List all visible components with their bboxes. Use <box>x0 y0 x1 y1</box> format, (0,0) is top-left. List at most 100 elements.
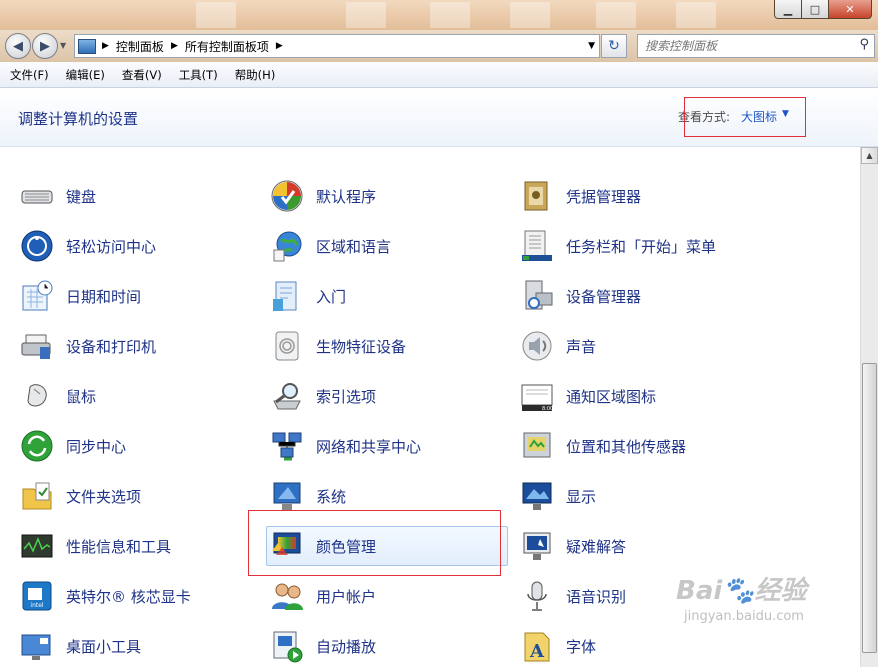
recent-pages-dropdown[interactable]: ▼ <box>60 41 66 50</box>
menu-edit[interactable]: 编辑(E) <box>56 67 112 83</box>
control-panel-item-location-sensors[interactable]: 位置和其他传感器 <box>516 426 756 466</box>
control-panel-item-mouse[interactable]: 鼠标 <box>16 376 248 416</box>
item-label: 默认程序 <box>316 187 377 206</box>
control-panel-item-system[interactable]: 系统 <box>266 476 508 516</box>
control-panel-item-fonts[interactable]: A 字体 <box>516 626 756 666</box>
svg-text:A: A <box>529 641 545 662</box>
search-box[interactable]: ⚲ <box>637 34 875 58</box>
refresh-button[interactable]: ↻ <box>601 34 627 58</box>
control-panel-item-autoplay[interactable]: 自动播放 <box>266 626 508 666</box>
item-label: 凭据管理器 <box>566 187 642 206</box>
search-icon[interactable]: ⚲ <box>859 37 869 52</box>
control-panel-item-biometric[interactable]: 生物特征设备 <box>266 326 508 366</box>
backup-icon <box>270 147 304 163</box>
control-panel-item-partial[interactable] <box>266 147 508 166</box>
vertical-scrollbar[interactable]: ▲ <box>860 147 878 667</box>
control-panel-item-device-manager[interactable]: 设备管理器 <box>516 276 756 316</box>
default-programs-icon <box>270 179 304 213</box>
item-label: 文件夹选项 <box>66 487 142 506</box>
refresh-icon: ↻ <box>608 38 620 54</box>
control-panel-item-display[interactable]: 显示 <box>516 476 756 516</box>
device-manager-icon <box>520 279 554 313</box>
control-panel-item-sound[interactable]: 声音 <box>516 326 756 366</box>
minimize-button[interactable]: ▁ <box>774 0 802 19</box>
item-label: 语音识别 <box>566 587 627 606</box>
item-label: 同步中心 <box>66 437 127 456</box>
item-label: 位置和其他传感器 <box>566 437 687 456</box>
forward-button[interactable]: ▶ <box>32 33 58 59</box>
close-button[interactable]: ✕ <box>829 0 872 19</box>
background-window-ghost <box>596 2 636 28</box>
control-panel-item-devices-printers[interactable]: 设备和打印机 <box>16 326 248 366</box>
breadcrumb-all-items[interactable]: 所有控制面板项 <box>185 38 269 55</box>
item-label: 颜色管理 <box>316 537 377 556</box>
scroll-up-button[interactable]: ▲ <box>861 147 878 164</box>
breadcrumb-separator[interactable]: ▶ <box>171 41 178 51</box>
control-panel-item-partial[interactable] <box>516 147 756 166</box>
item-label: 自动播放 <box>316 637 377 656</box>
control-panel-item-credential-manager[interactable]: 凭据管理器 <box>516 176 756 216</box>
control-panel-item-taskbar[interactable]: 任务栏和「开始」菜单 <box>516 226 756 266</box>
control-panel-item-speech-recognition[interactable]: 语音识别 <box>516 576 756 616</box>
mouse-icon <box>20 379 54 413</box>
devices-printers-icon <box>20 329 54 363</box>
item-label: 键盘 <box>66 187 97 206</box>
breadcrumb-control-panel[interactable]: 控制面板 <box>116 38 164 55</box>
control-panel-item-getting-started[interactable]: 入门 <box>266 276 508 316</box>
view-by-dropdown[interactable]: 大图标 <box>741 108 777 125</box>
menu-bar: 文件(F) 编辑(E) 查看(V) 工具(T) 帮助(H) <box>0 62 878 88</box>
control-panel-item-keyboard[interactable]: 键盘 <box>16 176 248 216</box>
control-panel-item-default-programs[interactable]: 默认程序 <box>266 176 508 216</box>
control-panel-item-date-time[interactable]: 日期和时间 <box>16 276 248 316</box>
forward-arrow-icon: ▶ <box>40 38 50 54</box>
breadcrumb-separator[interactable]: ▶ <box>276 41 283 51</box>
control-panel-item-user-accounts[interactable]: 用户帐户 <box>266 576 508 616</box>
item-label: 设备和打印机 <box>66 337 157 356</box>
control-panel-item-gadgets[interactable]: 桌面小工具 <box>16 626 248 666</box>
location-sensors-icon <box>520 429 554 463</box>
admin-tools-icon <box>20 147 54 163</box>
credential-manager-icon <box>520 179 554 213</box>
date-time-icon <box>20 279 54 313</box>
control-panel-item-notification-icons[interactable]: 8:00 通知区域图标 <box>516 376 756 416</box>
control-panel-items: 键盘轻松访问中心 日期和时间设备和打印机鼠标同步中心文件夹选项性能信息和工具 int… <box>0 147 860 667</box>
menu-file[interactable]: 文件(F) <box>0 67 56 83</box>
item-label: 入门 <box>316 287 347 306</box>
menu-tools[interactable]: 工具(T) <box>169 67 225 83</box>
address-dropdown-icon[interactable]: ▼ <box>588 41 595 51</box>
control-panel-item-troubleshooting[interactable]: 疑难解答 <box>516 526 756 566</box>
menu-view[interactable]: 查看(V) <box>112 67 169 83</box>
scroll-thumb[interactable] <box>862 363 877 653</box>
item-label: 网络和共享中心 <box>316 437 422 456</box>
chevron-down-icon[interactable]: ▼ <box>782 109 789 119</box>
item-label: 英特尔® 核芯显卡 <box>66 587 191 606</box>
item-label: 设备管理器 <box>566 287 642 306</box>
autoplay-icon <box>270 629 304 663</box>
control-panel-item-indexing[interactable]: 索引选项 <box>266 376 508 416</box>
intel-graphics-icon: intel <box>20 579 54 613</box>
performance-icon <box>20 529 54 563</box>
control-panel-item-ease-of-access[interactable]: 轻松访问中心 <box>16 226 248 266</box>
control-panel-item-network-sharing[interactable]: 网络和共享中心 <box>266 426 508 466</box>
address-bar[interactable]: ▶ 控制面板 ▶ 所有控制面板项 ▶ ▼ <box>74 34 600 58</box>
breadcrumb-separator[interactable]: ▶ <box>102 41 109 51</box>
control-panel-item-color-management[interactable]: 颜色管理 <box>266 526 508 566</box>
search-input[interactable] <box>643 35 847 57</box>
maximize-button[interactable]: □ <box>802 0 829 19</box>
folder-options-icon <box>20 479 54 513</box>
troubleshooting-icon <box>520 529 554 563</box>
biometric-icon <box>270 329 304 363</box>
ease-of-access-icon <box>20 229 54 263</box>
control-panel-item-sync-center[interactable]: 同步中心 <box>16 426 248 466</box>
control-panel-item-region-language[interactable]: 区域和语言 <box>266 226 508 266</box>
item-label: 生物特征设备 <box>316 337 407 356</box>
background-window-ghost <box>346 2 386 28</box>
sync-center-icon <box>20 429 54 463</box>
control-panel-item-performance[interactable]: 性能信息和工具 <box>16 526 248 566</box>
control-panel-item-intel-graphics[interactable]: intel 英特尔® 核芯显卡 <box>16 576 248 616</box>
back-button[interactable]: ◀ <box>5 33 31 59</box>
menu-help[interactable]: 帮助(H) <box>225 67 283 83</box>
control-panel-item-folder-options[interactable]: 文件夹选项 <box>16 476 248 516</box>
item-label: 显示 <box>566 487 597 506</box>
control-panel-item-partial[interactable] <box>16 147 248 166</box>
